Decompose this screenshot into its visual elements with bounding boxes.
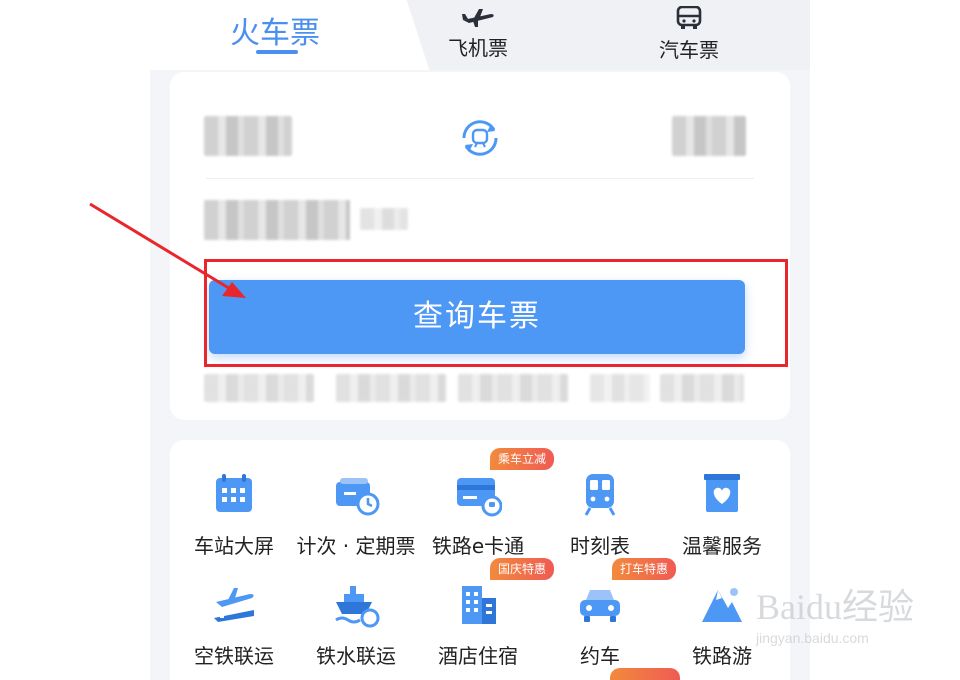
rail-card-icon: [457, 478, 502, 517]
tab-bus[interactable]: 汽车票: [658, 2, 720, 63]
weekday-field: [360, 208, 408, 230]
tab-plane[interactable]: 飞机票: [448, 2, 508, 61]
watermark-brand: Baidu经验: [756, 587, 914, 627]
service-item[interactable]: 时刻表: [538, 470, 662, 559]
option-chip[interactable]: [458, 374, 568, 402]
option-chip[interactable]: [590, 374, 650, 402]
ticket-clock-icon: [336, 478, 380, 516]
service-label: 温馨服务: [682, 534, 762, 558]
service-label: 铁路e卡通: [431, 534, 525, 558]
promo-badge: 打车特惠: [612, 558, 677, 580]
service-label: 约车: [580, 644, 620, 668]
car-icon: [580, 590, 620, 622]
service-item[interactable]: 乘车立减 铁路e卡通: [416, 448, 555, 559]
option-chip[interactable]: [660, 374, 744, 402]
field-divider: [206, 178, 754, 179]
train-front-icon: [584, 474, 616, 516]
tab-active-indicator: [256, 50, 298, 54]
service-label: 酒店住宿: [438, 644, 518, 668]
highlight-box: [204, 259, 788, 367]
ticket-search-card: 查询车票: [170, 72, 790, 420]
service-label: 时刻表: [570, 534, 630, 558]
plane-train-icon: [214, 588, 254, 622]
promo-badge: 国庆特惠: [490, 558, 555, 580]
services-grid: 车站大屏 计次 · 定期票 乘车立减 铁路e卡通 时刻表 温馨服务 空铁联运 铁…: [170, 440, 790, 680]
calendar-screen-icon: [216, 474, 252, 512]
tab-train-label[interactable]: 火车票: [230, 8, 320, 52]
tab-bus-label: 汽车票: [659, 38, 719, 62]
service-item[interactable]: 计次 · 定期票: [294, 470, 418, 559]
tab-plane-label: 飞机票: [448, 36, 508, 60]
option-chip[interactable]: [204, 374, 314, 402]
promo-badge: 乘车立减: [490, 448, 555, 470]
service-label: 车站大屏: [194, 534, 274, 558]
hotel-building-icon: [462, 586, 496, 624]
from-station-field[interactable]: [204, 116, 292, 156]
baidu-watermark: Baidu经验 jingyan.baidu.com: [736, 578, 936, 658]
service-item[interactable]: 温馨服务: [660, 470, 784, 559]
watermark-url: jingyan.baidu.com: [756, 630, 869, 646]
service-label: 铁水联运: [316, 644, 396, 668]
option-chip[interactable]: [336, 374, 446, 402]
ticket-type-tabs: 火车票 飞机票 汽车票: [150, 0, 810, 70]
ship-train-icon: [335, 586, 380, 628]
service-label: 空铁联运: [194, 644, 274, 668]
service-item[interactable]: 空铁联运: [172, 580, 296, 669]
date-field[interactable]: [204, 200, 350, 240]
airplane-icon: [462, 9, 494, 27]
service-label: 计次 · 定期票: [296, 534, 416, 558]
promo-badge: [610, 668, 680, 680]
service-item[interactable]: 打车特惠 约车: [538, 558, 677, 669]
service-item[interactable]: 车站大屏: [172, 470, 296, 559]
swap-stations-icon[interactable]: [458, 116, 502, 160]
service-item[interactable]: 国庆特惠 酒店住宿: [416, 558, 555, 669]
bus-icon: [676, 6, 702, 29]
service-item[interactable]: 铁水联运: [294, 580, 418, 669]
to-station-field[interactable]: [672, 116, 746, 156]
heart-box-icon: [704, 474, 740, 512]
phone-screen: 火车票 飞机票 汽车票 查询车票 车站大屏 计次 · 定期票 乘车立减 铁路e卡…: [150, 0, 810, 680]
